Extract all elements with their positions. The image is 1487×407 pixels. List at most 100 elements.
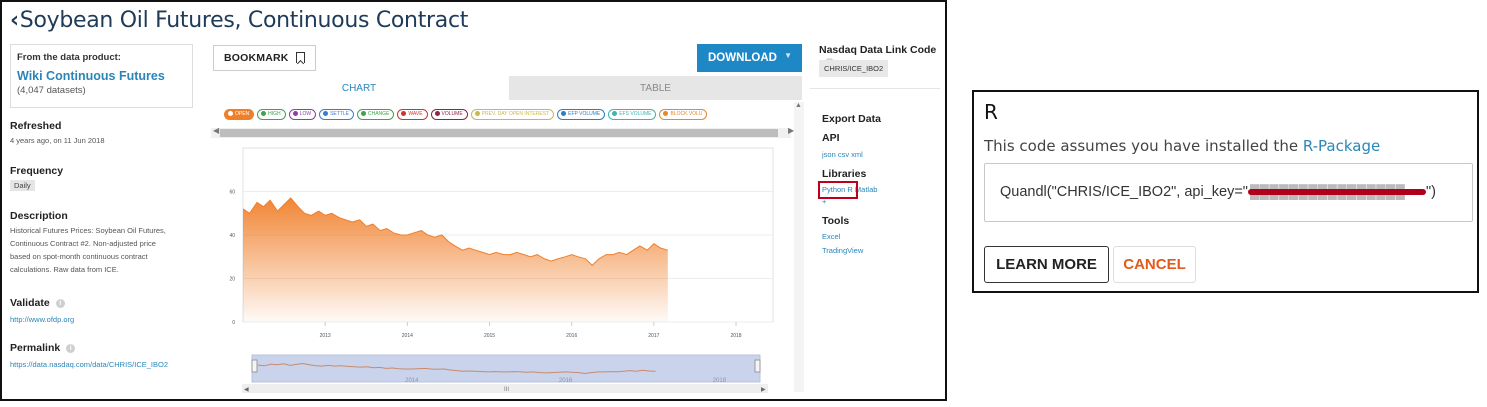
validate-heading: Validate i — [10, 297, 65, 309]
code-snippet-box[interactable]: Quandl("CHRIS/ICE_IBO2", api_key="██████… — [984, 163, 1473, 222]
data-link-code-value[interactable]: CHRIS/ICE_IBO2 — [819, 60, 889, 77]
export-data-heading: Export Data — [822, 113, 881, 125]
code-snippet-suffix: ") — [1425, 184, 1436, 200]
series-toggle-label: WAVE — [408, 111, 423, 117]
bookmark-icon — [296, 52, 305, 63]
series-toggle-change[interactable]: CHANGE — [356, 109, 395, 120]
scroll-left-icon[interactable]: ◀ — [213, 126, 219, 135]
y-tick-label: 20 — [229, 277, 235, 283]
description-text: Historical Futures Prices: Soybean Oil F… — [10, 224, 166, 276]
price-chart[interactable]: 0 20 40 60 2013 2014 2015 2016 2017 2018 — [209, 142, 789, 347]
series-toggle-low[interactable]: LOW — [288, 109, 317, 120]
r-package-link[interactable]: R-Package — [1303, 137, 1380, 155]
bookmark-button-label: BOOKMARK — [224, 52, 289, 64]
validate-label: Validate — [10, 297, 50, 309]
description-line: Historical Futures Prices: Soybean Oil F… — [10, 226, 166, 235]
y-tick-label: 60 — [229, 190, 235, 196]
series-toggle-efp-volume[interactable]: EFP VOLUME — [557, 109, 606, 120]
libraries-heading: Libraries — [822, 168, 867, 180]
y-tick-label: 40 — [229, 233, 235, 239]
tool-link-tradingview[interactable]: TradingView — [822, 246, 863, 255]
data-product-link[interactable]: Wiki Continuous Futures — [17, 69, 186, 83]
series-toggle-prev-day-open-interest[interactable]: PREV. DAY OPEN INTEREST — [470, 109, 555, 120]
description-heading: Description — [10, 210, 68, 222]
r-library-dialog: R This code assumes you have installed t… — [972, 90, 1479, 293]
dialog-title: R — [984, 100, 998, 124]
download-button-label: DOWNLOAD — [708, 52, 777, 64]
range-navigator[interactable]: 2014 2016 2018 ◀ ▶ III — [240, 352, 770, 394]
series-toggle-block-volu[interactable]: BLOCK VOLU — [659, 109, 708, 120]
description-line: Continuous Contract #2. Non-adjusted pri… — [10, 239, 156, 248]
scrollbar-grip-icon[interactable]: III — [504, 387, 509, 393]
permalink-heading: Permalink i — [10, 342, 76, 354]
series-toggle-label: EFP VOLUME — [568, 111, 601, 117]
x-axis: 2013 2014 2015 2016 2017 2018 — [320, 322, 742, 339]
series-dot-icon — [228, 110, 233, 116]
data-product-count: (4,047 datasets) — [17, 85, 86, 96]
data-product-label: From the data product: — [17, 52, 121, 63]
dataset-page-panel: ‹Soybean Oil Futures, Continuous Contrac… — [0, 0, 947, 401]
series-toggle-open[interactable]: OPEN — [224, 109, 255, 120]
x-tick-label: 2013 — [320, 333, 331, 339]
code-snippet: Quandl("CHRIS/ICE_IBO2", api_key="██████… — [1000, 184, 1436, 200]
series-toggle-settle[interactable]: SETTLE — [319, 109, 354, 120]
chevron-down-icon: ▼ — [784, 51, 792, 60]
navigator-left-handle[interactable] — [251, 359, 258, 373]
series-toggle-label: BLOCK VOLU — [670, 111, 703, 117]
api-heading: API — [822, 132, 840, 144]
description-line: based on spot-month continuous contract — [10, 252, 148, 261]
tab-table[interactable]: TABLE — [509, 76, 802, 100]
series-dot-icon — [360, 110, 366, 116]
api-format-links[interactable]: json csv xml — [822, 150, 863, 159]
divider — [810, 88, 940, 89]
navigator-tick-label: 2016 — [559, 378, 573, 384]
series-toggle-volume[interactable]: VOLUME — [430, 109, 468, 120]
validate-link[interactable]: http://www.ofdp.org — [10, 315, 74, 324]
series-toggle-efs-volume[interactable]: EFS VOLUME — [608, 109, 657, 120]
scroll-right-icon[interactable]: ▶ — [761, 387, 766, 393]
navigator-tick-label: 2014 — [405, 378, 419, 384]
scrollbar-thumb[interactable] — [220, 129, 778, 137]
dialog-description: This code assumes you have installed the… — [984, 137, 1380, 155]
series-toggle-bar: OPEN HIGH LOW SETTLE CHANGE WAVE VOLUME PREV. D… — [224, 109, 795, 122]
series-dot-icon — [261, 110, 267, 116]
refreshed-value: 4 years ago, on 11 Jun 2018 — [10, 136, 105, 145]
dialog-description-text: This code assumes you have installed the — [984, 137, 1303, 155]
data-link-code-label: Nasdaq Data Link Code — [819, 44, 937, 56]
horizontal-scrollbar[interactable]: ◀ ▶ — [211, 126, 794, 138]
series-toggle-label: OPEN — [235, 111, 250, 117]
tools-heading: Tools — [822, 215, 850, 227]
series-dot-icon — [612, 110, 618, 116]
info-icon[interactable]: i — [66, 343, 76, 353]
series-toggle-label: PREV. DAY OPEN INTEREST — [481, 111, 550, 117]
scroll-up-icon[interactable]: ▲ — [795, 102, 802, 109]
series-toggle-high[interactable]: HIGH — [257, 109, 286, 120]
cancel-button[interactable]: CANCEL — [1113, 246, 1196, 283]
series-dot-icon — [323, 110, 329, 116]
code-snippet-prefix: Quandl("CHRIS/ICE_IBO2", api_key=" — [1000, 184, 1248, 200]
learn-more-button[interactable]: LEARN MORE — [984, 246, 1109, 283]
vertical-scrollbar[interactable]: ▲ — [794, 102, 804, 392]
redacted-api-key: ████████████████ — [1247, 184, 1426, 199]
tool-link-excel[interactable]: Excel — [822, 232, 840, 241]
navigator-right-handle[interactable] — [754, 359, 761, 373]
series-dot-icon — [663, 110, 669, 116]
chevron-left-icon[interactable]: ‹ — [10, 8, 19, 33]
scroll-left-icon[interactable]: ◀ — [244, 387, 249, 393]
x-tick-label: 2016 — [566, 333, 577, 339]
more-libraries-link[interactable]: + — [822, 197, 826, 206]
y-tick-label: 0 — [232, 320, 235, 326]
bookmark-button[interactable]: BOOKMARK — [213, 45, 316, 71]
download-button[interactable]: DOWNLOAD ▼ — [697, 44, 802, 72]
series-toggle-label: HIGH — [268, 111, 281, 117]
series-dot-icon — [292, 110, 298, 116]
info-icon[interactable]: i — [55, 298, 65, 308]
series-toggle-label: LOW — [299, 111, 312, 117]
permalink-label: Permalink — [10, 342, 61, 354]
navigator-selection[interactable] — [251, 354, 761, 383]
series-toggle-wave[interactable]: WAVE — [397, 109, 428, 120]
tab-chart[interactable]: CHART — [209, 76, 509, 100]
x-tick-label: 2014 — [402, 333, 413, 339]
permalink-link[interactable]: https://data.nasdaq.com/data/CHRIS/ICE_I… — [10, 360, 168, 369]
frequency-badge: Daily — [10, 180, 35, 191]
